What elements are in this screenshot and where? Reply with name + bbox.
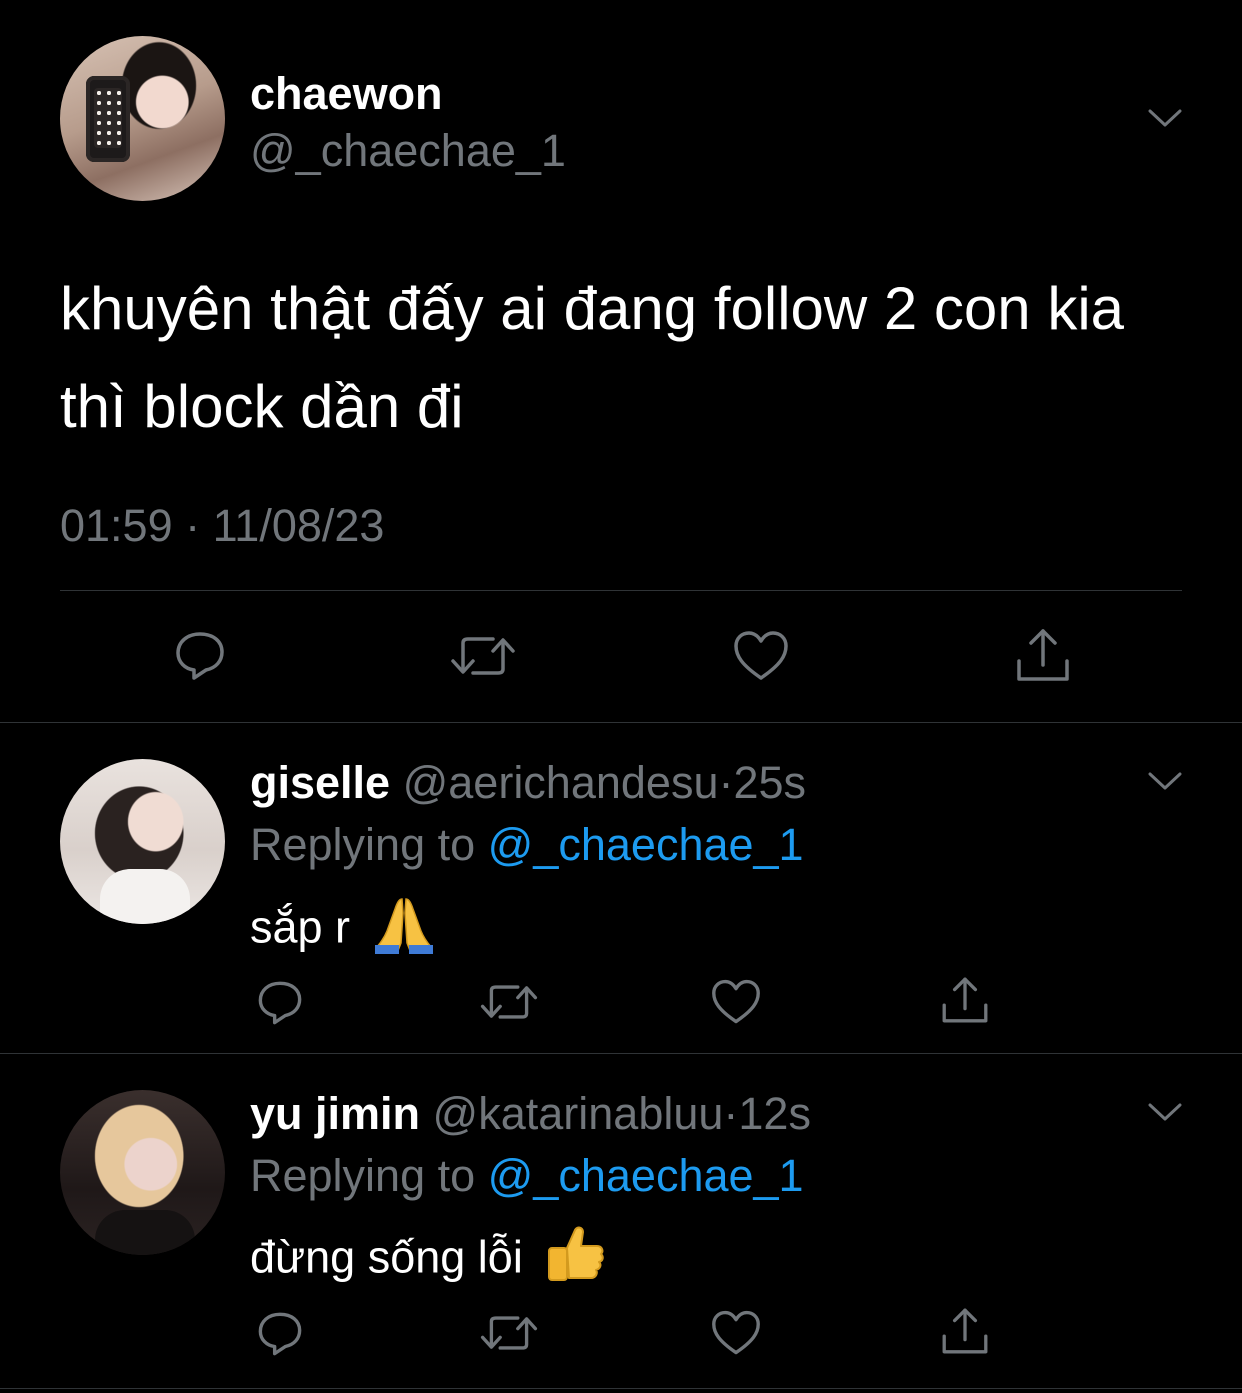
replying-to: Replying to @_chaechae_1 — [250, 819, 804, 871]
reply-body: sắp r — [250, 901, 351, 953]
share-icon[interactable] — [938, 1304, 992, 1358]
user-handle[interactable]: @katarinabluu — [433, 1088, 724, 1139]
separator-dot: · — [718, 757, 734, 808]
thumbs-up-emoji — [545, 1224, 605, 1297]
reply-icon[interactable] — [254, 1308, 306, 1360]
reply-text: đừng sống lỗi — [250, 1224, 605, 1297]
retweet-icon[interactable] — [478, 979, 540, 1025]
replying-label: Replying to — [250, 1150, 476, 1201]
tweet-thread-page: chaewon @_chaechae_1 khuyên thật đấy ai … — [0, 0, 1242, 1393]
shirt-image — [100, 869, 190, 924]
divider — [60, 590, 1182, 591]
share-icon[interactable] — [938, 973, 992, 1027]
main-tweet: chaewon @_chaechae_1 khuyên thật đấy ai … — [0, 0, 1242, 722]
reply-body: đừng sống lỗi — [250, 1231, 523, 1283]
mention-link[interactable]: @_chaechae_1 — [488, 819, 804, 870]
chevron-down-icon[interactable] — [1148, 1102, 1182, 1122]
reply-icon[interactable] — [170, 626, 230, 686]
display-name[interactable]: chaewon — [250, 68, 443, 120]
folded-hands-emoji — [373, 895, 435, 966]
tweet-text: khuyên thật đấy ai đang follow 2 con kia… — [60, 275, 1125, 440]
reply-time[interactable]: 12s — [738, 1088, 811, 1139]
avatar[interactable] — [60, 1090, 225, 1255]
display-name[interactable]: giselle — [250, 757, 390, 808]
share-icon[interactable] — [1012, 624, 1074, 686]
reply-time[interactable]: 25s — [733, 757, 806, 808]
clothing-image — [95, 1210, 195, 1255]
replying-label: Replying to — [250, 819, 476, 870]
replying-to: Replying to @_chaechae_1 — [250, 1150, 804, 1202]
reply-tweet[interactable]: giselle @aerichandesu·25s Replying to @_… — [0, 723, 1242, 1053]
retweet-icon[interactable] — [478, 1310, 540, 1356]
retweet-icon[interactable] — [448, 630, 518, 682]
reply-header: giselle @aerichandesu·25s — [250, 757, 806, 809]
divider — [0, 1388, 1242, 1389]
mention-link[interactable]: @_chaechae_1 — [488, 1150, 804, 1201]
like-icon[interactable] — [731, 626, 791, 686]
reply-icon[interactable] — [254, 977, 306, 1029]
avatar[interactable] — [60, 759, 225, 924]
like-icon[interactable] — [709, 1308, 763, 1358]
reply-tweet[interactable]: yu jimin @katarinabluu·12s Replying to @… — [0, 1054, 1242, 1393]
reply-text: sắp r — [250, 895, 435, 966]
user-handle[interactable]: @_chaechae_1 — [250, 125, 566, 177]
separator-dot: · — [723, 1088, 739, 1139]
user-handle[interactable]: @aerichandesu — [403, 757, 719, 808]
phone-image — [86, 76, 130, 162]
avatar[interactable] — [60, 36, 225, 201]
display-name[interactable]: yu jimin — [250, 1088, 420, 1139]
reply-header: yu jimin @katarinabluu·12s — [250, 1088, 811, 1140]
chevron-down-icon[interactable] — [1148, 108, 1182, 128]
like-icon[interactable] — [709, 977, 763, 1027]
chevron-down-icon[interactable] — [1148, 771, 1182, 791]
tweet-timestamp[interactable]: 01:59 · 11/08/23 — [60, 500, 384, 552]
